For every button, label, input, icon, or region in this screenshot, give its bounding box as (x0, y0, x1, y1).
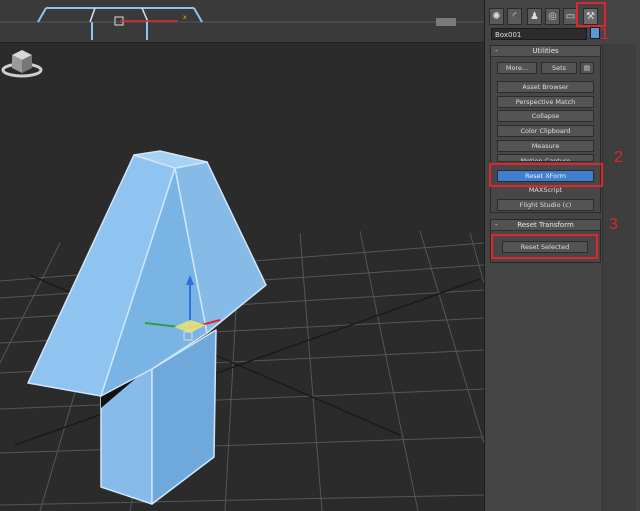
reset-transform-title: Reset Transform (517, 221, 574, 229)
annotation-number-3: 3 (609, 216, 618, 233)
object-name-field[interactable]: Box001 (491, 28, 587, 40)
top-viewport-drawing (0, 7, 484, 40)
modify-tab[interactable]: ◜ (507, 8, 522, 25)
hierarchy-icon: ♟ (530, 11, 539, 22)
annotation-number-1: 1 (600, 26, 609, 43)
top-viewport-strip[interactable]: x (0, 0, 484, 43)
utilities-rollout: - Utilities More... Sets ▤ Asset Browser… (490, 45, 601, 213)
app-window: x ✺ ◜ ♟ ◎ ▭ ⚒ Box001 - Utilities More...… (0, 0, 640, 511)
asset-browser-button[interactable]: Asset Browser (497, 81, 594, 93)
collapse-button[interactable]: Collapse (497, 110, 594, 122)
annotation-box-1 (576, 2, 606, 27)
measure-button[interactable]: Measure (497, 140, 594, 152)
hierarchy-tab[interactable]: ♟ (527, 8, 542, 25)
annotation-box-2 (489, 163, 603, 187)
curve-icon: ◜ (512, 11, 517, 22)
collapse-icon: - (495, 46, 498, 55)
annotation-box-3 (491, 234, 598, 259)
utilities-rollout-header[interactable]: - Utilities (491, 46, 600, 57)
motion-tab[interactable]: ◎ (545, 8, 560, 25)
more-button[interactable]: More... (497, 62, 537, 74)
display-icon: ▭ (565, 11, 576, 22)
motion-icon: ◎ (548, 11, 557, 22)
viewport-scene (0, 150, 484, 511)
create-tab[interactable]: ✺ (489, 8, 504, 25)
configure-sets-icon[interactable]: ▤ (580, 62, 594, 74)
color-clipboard-button[interactable]: Color Clipboard (497, 125, 594, 137)
perspective-viewport[interactable] (0, 43, 484, 511)
motion-capture-button[interactable]: Motion Capture (497, 154, 594, 162)
object-color-swatch[interactable] (590, 27, 600, 39)
sun-icon: ✺ (492, 11, 501, 22)
perspective-match-button[interactable]: Perspective Match (497, 96, 594, 108)
annotation-number-2: 2 (614, 149, 623, 166)
command-panel-scroll-strip[interactable] (602, 44, 636, 511)
sets-button[interactable]: Sets (541, 62, 577, 74)
top-axis-label: x (183, 14, 187, 21)
flight-studio-button[interactable]: Flight Studio (c) (497, 199, 594, 211)
collapse-icon: - (495, 220, 498, 229)
viewcube-icon[interactable] (0, 43, 46, 83)
reset-transform-rollout-header[interactable]: - Reset Transform (491, 220, 600, 231)
utilities-title: Utilities (532, 47, 559, 55)
